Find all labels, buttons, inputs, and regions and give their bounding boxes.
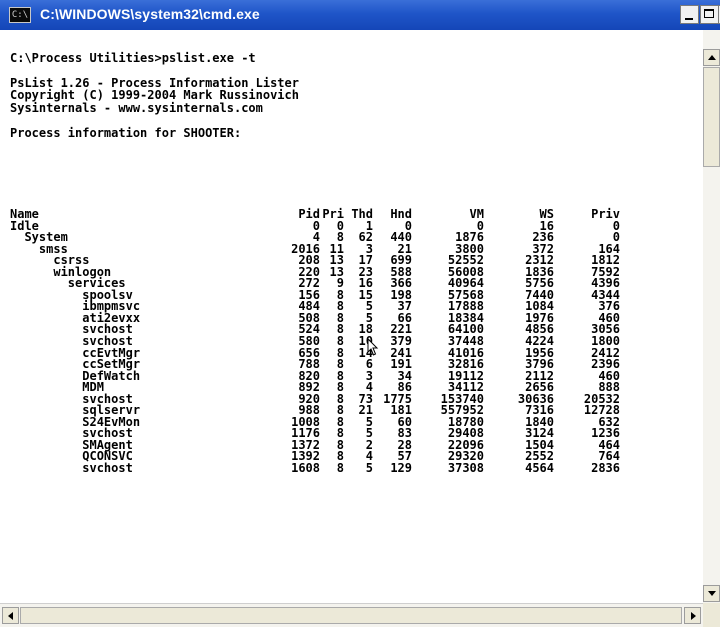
console-output[interactable]: C:\Process Utilities>pslist.exe -t PsLis… [0,30,703,603]
scroll-up-button[interactable] [703,49,720,66]
up-arrow-icon [708,55,716,60]
maximize-icon [704,9,714,18]
down-arrow-icon [708,591,716,596]
console-window: C:\ C:\WINDOWS\system32\cmd.exe × C:\Pro… [0,0,720,627]
horizontal-scrollbar[interactable] [0,603,703,627]
console-header-text: C:\Process Utilities>pslist.exe -t PsLis… [10,50,299,141]
horizontal-scroll-thumb[interactable] [20,607,682,624]
vertical-scroll-thumb[interactable] [703,67,720,167]
cmd-app-icon[interactable]: C:\ [9,7,31,23]
maximize-button[interactable] [700,5,719,24]
title-bar[interactable]: C:\ C:\WINDOWS\system32\cmd.exe × [0,0,720,30]
cell-thd: 5 [365,461,373,476]
scroll-left-button[interactable] [2,607,19,624]
right-arrow-icon [691,612,696,620]
cell-vm: 37308 [447,461,484,476]
minimize-icon [685,18,693,20]
cell-hnd: 129 [390,461,412,476]
cell-pri: 8 [336,461,344,476]
cell-priv: 2836 [591,461,620,476]
vertical-scrollbar[interactable] [703,30,720,603]
left-arrow-icon [8,612,13,620]
scroll-down-button[interactable] [703,585,720,602]
size-grip[interactable] [703,603,720,627]
scroll-right-button[interactable] [684,607,701,624]
cell-pid: 1608 [291,461,320,476]
mouse-cursor-icon [367,338,379,356]
minimize-button[interactable] [680,5,699,24]
cell-name: svchost [10,461,133,476]
window-title: C:\WINDOWS\system32\cmd.exe [40,6,260,22]
cell-ws: 4564 [525,461,554,476]
